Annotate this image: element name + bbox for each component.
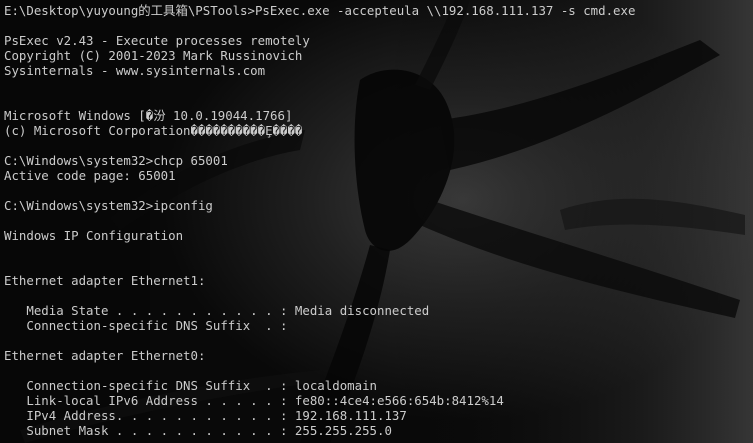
console-line: Connection-specific DNS Suffix . : bbox=[4, 318, 288, 333]
console-line: C:\Windows\system32>chcp 65001 bbox=[4, 153, 228, 168]
console-line: E:\Desktop\yuyoung的工具箱\PSTools>PsExec.ex… bbox=[4, 3, 636, 18]
console-line: Ethernet adapter Ethernet0: bbox=[4, 348, 206, 363]
console-line: C:\Windows\system32>ipconfig bbox=[4, 198, 213, 213]
terminal-window[interactable]: E:\Desktop\yuyoung的工具箱\PSTools>PsExec.ex… bbox=[0, 0, 753, 443]
console-line: Active code page: 65001 bbox=[4, 168, 176, 183]
console-line: IPv4 Address. . . . . . . . . . . : 192.… bbox=[4, 408, 407, 423]
console-line: (c) Microsoft Corporation����������Ȩ���� bbox=[4, 123, 303, 138]
console-line: Ethernet adapter Ethernet1: bbox=[4, 273, 206, 288]
console-line: Link-local IPv6 Address . . . . . : fe80… bbox=[4, 393, 504, 408]
console-line: Windows IP Configuration bbox=[4, 228, 184, 243]
console-line: PsExec v2.43 - Execute processes remotel… bbox=[4, 33, 310, 48]
console-line: Sysinternals - www.sysinternals.com bbox=[4, 63, 266, 78]
console-output: E:\Desktop\yuyoung的工具箱\PSTools>PsExec.ex… bbox=[4, 3, 753, 438]
console-line: Subnet Mask . . . . . . . . . . . : 255.… bbox=[4, 423, 392, 438]
console-line: Copyright (C) 2001-2023 Mark Russinovich bbox=[4, 48, 303, 63]
console-line: Connection-specific DNS Suffix . : local… bbox=[4, 378, 377, 393]
console-line: Media State . . . . . . . . . . . : Medi… bbox=[4, 303, 430, 318]
console-line: Microsoft Windows [�汾 10.0.19044.1766] bbox=[4, 108, 293, 123]
